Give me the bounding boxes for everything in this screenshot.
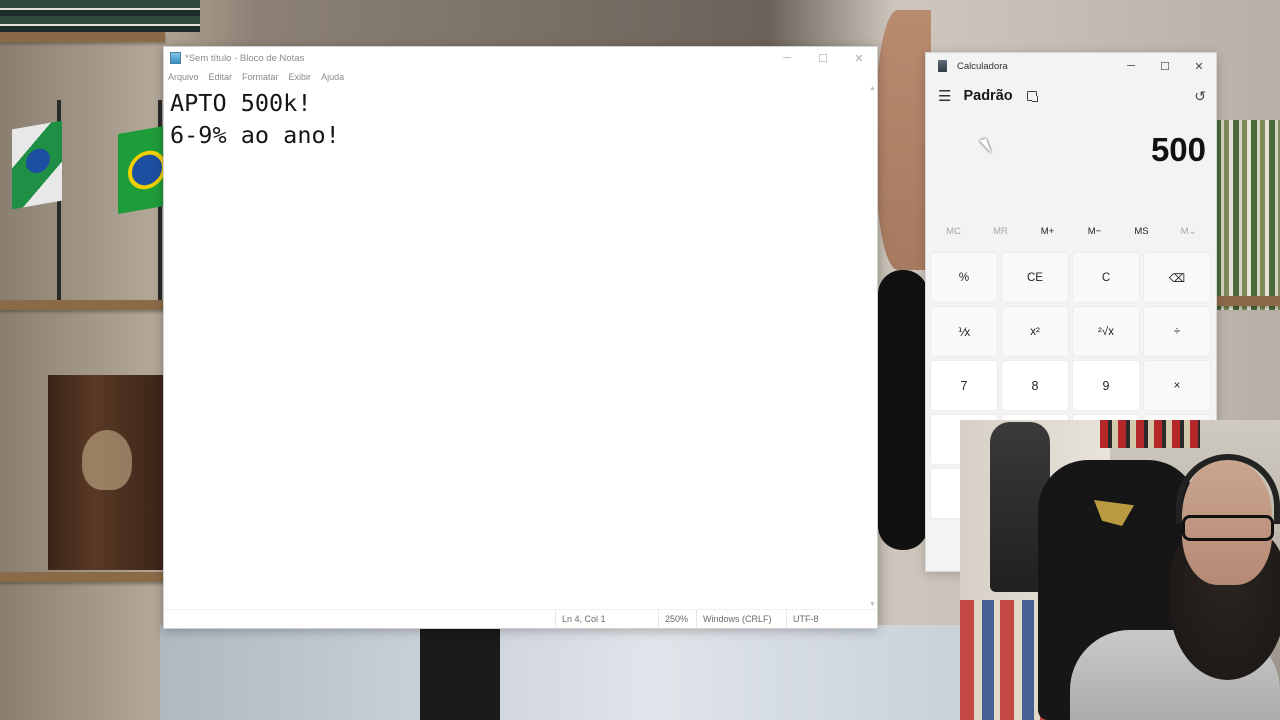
hamburger-icon[interactable]: ☰ — [938, 87, 951, 105]
shelf — [1215, 296, 1280, 306]
notepad-window: *Sem título - Bloco de Notas ─ ☐ ✕ Arqui… — [163, 46, 878, 629]
square-button[interactable]: x² — [1001, 306, 1069, 357]
webcam-books — [1100, 420, 1200, 448]
close-button[interactable]: ✕ — [841, 47, 877, 69]
whisky-box — [48, 375, 163, 570]
shelf — [0, 300, 165, 310]
digit-7-button[interactable]: 7 — [930, 360, 998, 411]
status-zoom: 250% — [658, 610, 696, 629]
minimize-button[interactable]: ─ — [769, 47, 805, 69]
scroll-down-icon[interactable]: ▼ — [869, 601, 876, 608]
mouse-cursor-icon — [979, 138, 992, 156]
calculator-mode: Padrão — [963, 88, 1013, 104]
memory-recall-button[interactable]: MR — [979, 226, 1023, 237]
shelf — [0, 32, 165, 42]
notepad-statusbar: Ln 4, Col 1 250% Windows (CRLF) UTF-8 — [164, 609, 877, 629]
memory-store-button[interactable]: MS — [1120, 226, 1164, 237]
notepad-text-area[interactable]: APTO 500k! 6-9% ao ano! — [170, 87, 865, 606]
calculator-window-controls: ─ ☐ ✕ — [1114, 53, 1216, 79]
presenter-shirt — [160, 625, 980, 720]
backspace-button[interactable]: ⌫ — [1143, 252, 1211, 303]
backspace-icon: ⌫ — [1168, 272, 1186, 285]
notepad-app-icon — [170, 52, 181, 64]
divide-button[interactable]: ÷ — [1143, 306, 1211, 357]
flag-parana — [12, 120, 62, 210]
notepad-window-controls: ─ ☐ ✕ — [769, 47, 877, 69]
vertical-scrollbar[interactable]: ▲ ▼ — [867, 85, 877, 608]
headset — [1176, 454, 1280, 524]
notepad-menubar: Arquivo Editar Formatar Exibir Ajuda — [164, 69, 877, 85]
calculator-title: Calculadora — [957, 60, 1008, 72]
presenter-face — [876, 10, 931, 270]
menu-formatar[interactable]: Formatar — [242, 69, 279, 85]
display-value: 500 — [1150, 131, 1206, 168]
calculator-header: ☰ Padrão ↺ — [926, 79, 1216, 113]
calculator-app-icon — [938, 60, 947, 72]
history-icon[interactable]: ↺ — [1194, 88, 1206, 105]
memory-subtract-button[interactable]: M− — [1073, 226, 1117, 237]
memory-add-button[interactable]: M+ — [1026, 226, 1070, 237]
clear-entry-button[interactable]: CE — [1001, 252, 1069, 303]
digit-9-button[interactable]: 9 — [1072, 360, 1140, 411]
square-root-button[interactable]: ²√x — [1072, 306, 1140, 357]
microphone — [878, 270, 928, 550]
menu-arquivo[interactable]: Arquivo — [168, 69, 199, 85]
memory-clear-button[interactable]: MC — [932, 226, 976, 237]
calculator-display: 500 — [926, 113, 1216, 213]
flag-brazil — [118, 125, 164, 215]
notepad-title: *Sem título - Bloco de Notas — [185, 52, 305, 64]
digit-8-button[interactable]: 8 — [1001, 360, 1069, 411]
memory-list-button[interactable]: M⌄ — [1167, 226, 1211, 237]
scroll-up-icon[interactable]: ▲ — [869, 85, 876, 92]
bookshelf-right — [1215, 120, 1280, 310]
status-line-ending: Windows (CRLF) — [696, 610, 786, 629]
chair — [420, 625, 500, 720]
shelf — [0, 572, 165, 582]
menu-exibir[interactable]: Exibir — [289, 69, 312, 85]
status-encoding: UTF-8 — [786, 610, 866, 629]
menu-ajuda[interactable]: Ajuda — [321, 69, 344, 85]
bookshelf-top — [0, 0, 200, 32]
keep-on-top-icon[interactable] — [1026, 91, 1038, 102]
percent-button[interactable]: % — [930, 252, 998, 303]
minimize-button[interactable]: ─ — [1114, 53, 1148, 79]
close-button[interactable]: ✕ — [1182, 53, 1216, 79]
maximize-button[interactable]: ☐ — [805, 47, 841, 69]
webcam-overlay — [960, 420, 1280, 720]
clear-button[interactable]: C — [1072, 252, 1140, 303]
maximize-button[interactable]: ☐ — [1148, 53, 1182, 79]
reciprocal-button[interactable]: ⅟x — [930, 306, 998, 357]
status-cursor-position: Ln 4, Col 1 — [555, 610, 650, 629]
memory-row: MC MR M+ M− MS M⌄ — [926, 213, 1216, 249]
multiply-button[interactable]: × — [1143, 360, 1211, 411]
menu-editar[interactable]: Editar — [209, 69, 233, 85]
